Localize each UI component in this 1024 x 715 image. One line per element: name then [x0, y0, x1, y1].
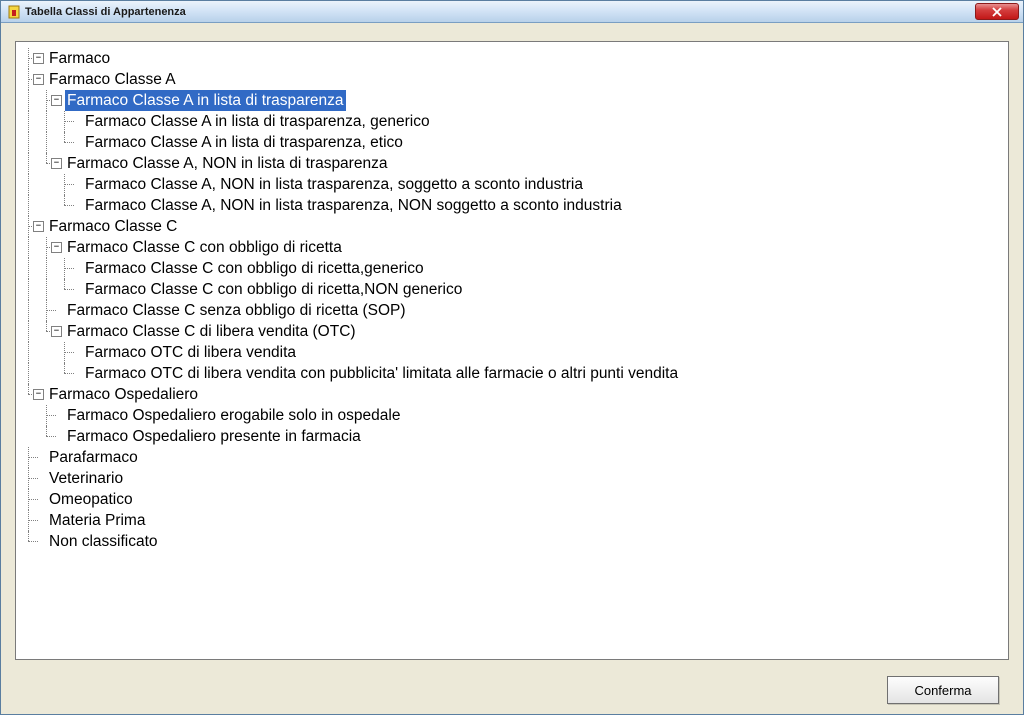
tree-node-label[interactable]: Farmaco Classe A, NON in lista trasparen…: [83, 195, 624, 216]
tree-node[interactable]: Farmaco Classe C con obbligo di ricetta,…: [20, 279, 1004, 300]
tree-node[interactable]: −Farmaco: [20, 48, 1004, 69]
tree-node-label[interactable]: Materia Prima: [47, 510, 147, 531]
confirm-button[interactable]: Conferma: [887, 676, 999, 704]
tree-node-label[interactable]: Farmaco Ospedaliero presente in farmacia: [65, 426, 363, 447]
collapse-icon[interactable]: −: [33, 389, 44, 400]
tree-node-label[interactable]: Farmaco Classe A in lista di trasparenza: [65, 90, 346, 111]
tree-node-label[interactable]: Farmaco OTC di libera vendita: [83, 342, 298, 363]
tree-node[interactable]: Farmaco Classe A in lista di trasparenza…: [20, 132, 1004, 153]
tree-node-label[interactable]: Farmaco Classe A in lista di trasparenza…: [83, 132, 405, 153]
tree-node-label[interactable]: Farmaco Classe C con obbligo di ricetta,…: [83, 279, 464, 300]
tree-node[interactable]: Farmaco OTC di libera vendita: [20, 342, 1004, 363]
tree-node[interactable]: Farmaco Classe C con obbligo di ricetta,…: [20, 258, 1004, 279]
tree-node-label[interactable]: Parafarmaco: [47, 447, 140, 468]
tree-node[interactable]: −Farmaco Classe C: [20, 216, 1004, 237]
tree-node-label[interactable]: Farmaco Classe C: [47, 216, 179, 237]
tree-node[interactable]: Farmaco Ospedaliero presente in farmacia: [20, 426, 1004, 447]
collapse-icon[interactable]: −: [51, 158, 62, 169]
tree-node[interactable]: Farmaco Classe A in lista di trasparenza…: [20, 111, 1004, 132]
tree-node-label[interactable]: Farmaco Classe A in lista di trasparenza…: [83, 111, 432, 132]
tree-node-label[interactable]: Farmaco Classe A: [47, 69, 178, 90]
titlebar[interactable]: Tabella Classi di Appartenenza: [1, 1, 1023, 23]
tree-node-label[interactable]: Omeopatico: [47, 489, 135, 510]
tree-node-label[interactable]: Farmaco OTC di libera vendita con pubbli…: [83, 363, 680, 384]
tree-node-label[interactable]: Farmaco Classe C con obbligo di ricetta: [65, 237, 344, 258]
collapse-icon[interactable]: −: [33, 74, 44, 85]
tree-node[interactable]: −Farmaco Classe C con obbligo di ricetta: [20, 237, 1004, 258]
client-area: −Farmaco−Farmaco Classe A−Farmaco Classe…: [1, 23, 1023, 714]
tree-node[interactable]: −Farmaco Classe A in lista di trasparenz…: [20, 90, 1004, 111]
tree-node-label[interactable]: Farmaco Ospedaliero erogabile solo in os…: [65, 405, 402, 426]
tree-node[interactable]: −Farmaco Classe A: [20, 69, 1004, 90]
app-icon: [7, 5, 21, 19]
tree-view: −Farmaco−Farmaco Classe A−Farmaco Classe…: [20, 48, 1004, 552]
tree-node-label[interactable]: Farmaco Classe C senza obbligo di ricett…: [65, 300, 408, 321]
tree-node-label[interactable]: Veterinario: [47, 468, 125, 489]
tree-container[interactable]: −Farmaco−Farmaco Classe A−Farmaco Classe…: [15, 41, 1009, 660]
dialog-window: Tabella Classi di Appartenenza −Farmaco−…: [0, 0, 1024, 715]
tree-node-label[interactable]: Farmaco Ospedaliero: [47, 384, 200, 405]
tree-node[interactable]: Materia Prima: [20, 510, 1004, 531]
collapse-icon[interactable]: −: [51, 95, 62, 106]
tree-node-label[interactable]: Farmaco: [47, 48, 112, 69]
collapse-icon[interactable]: −: [51, 242, 62, 253]
tree-node-label[interactable]: Farmaco Classe A, NON in lista trasparen…: [83, 174, 585, 195]
tree-node[interactable]: Farmaco Classe A, NON in lista trasparen…: [20, 195, 1004, 216]
tree-node[interactable]: −Farmaco Classe C di libera vendita (OTC…: [20, 321, 1004, 342]
collapse-icon[interactable]: −: [51, 326, 62, 337]
tree-node-label[interactable]: Farmaco Classe A, NON in lista di traspa…: [65, 153, 389, 174]
collapse-icon[interactable]: −: [33, 53, 44, 64]
tree-node[interactable]: Farmaco Classe A, NON in lista trasparen…: [20, 174, 1004, 195]
close-icon: [992, 7, 1002, 17]
collapse-icon[interactable]: −: [33, 221, 44, 232]
tree-node-label[interactable]: Farmaco Classe C di libera vendita (OTC): [65, 321, 358, 342]
tree-node[interactable]: −Farmaco Classe A, NON in lista di trasp…: [20, 153, 1004, 174]
button-row: Conferma: [15, 660, 1009, 704]
tree-node-label[interactable]: Farmaco Classe C con obbligo di ricetta,…: [83, 258, 426, 279]
tree-node[interactable]: Farmaco Classe C senza obbligo di ricett…: [20, 300, 1004, 321]
tree-node[interactable]: Farmaco OTC di libera vendita con pubbli…: [20, 363, 1004, 384]
tree-node-label[interactable]: Non classificato: [47, 531, 160, 552]
tree-node[interactable]: Farmaco Ospedaliero erogabile solo in os…: [20, 405, 1004, 426]
close-button[interactable]: [975, 3, 1019, 20]
tree-node[interactable]: Veterinario: [20, 468, 1004, 489]
tree-node[interactable]: Parafarmaco: [20, 447, 1004, 468]
tree-node[interactable]: Omeopatico: [20, 489, 1004, 510]
window-title: Tabella Classi di Appartenenza: [25, 6, 975, 18]
tree-node[interactable]: −Farmaco Ospedaliero: [20, 384, 1004, 405]
tree-node[interactable]: Non classificato: [20, 531, 1004, 552]
